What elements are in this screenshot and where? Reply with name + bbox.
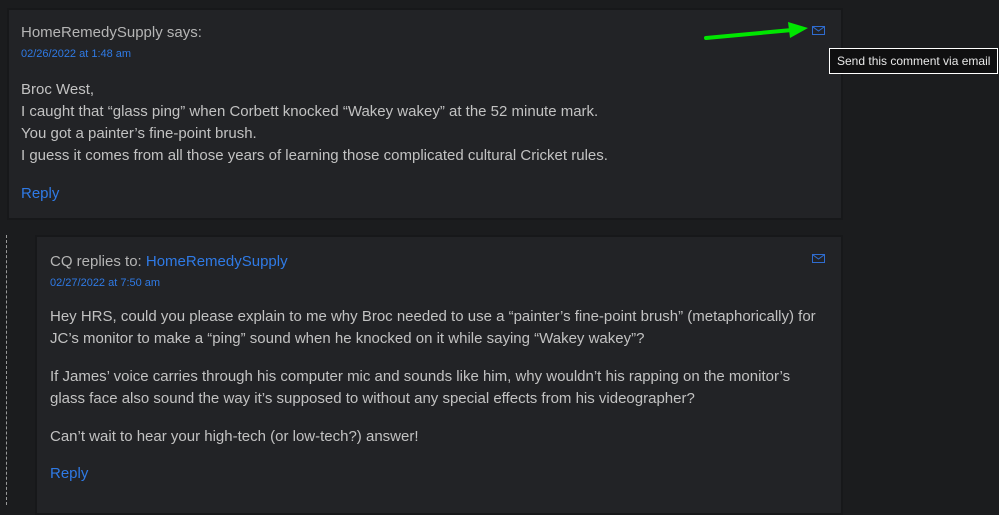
comment-paragraph: Hey HRS, could you please explain to me … bbox=[50, 308, 816, 347]
comment-body: Broc West, I caught that “glass ping” wh… bbox=[21, 79, 821, 167]
comment-body: Hey HRS, could you please explain to me … bbox=[50, 306, 820, 448]
reply-button[interactable]: Reply bbox=[50, 465, 88, 482]
reply-button[interactable]: Reply bbox=[21, 185, 59, 202]
comment-author: HomeRemedySupply says: bbox=[21, 24, 202, 41]
comment-paragraph: Broc West, bbox=[21, 81, 95, 98]
comment-author: CQ replies to: HomeRemedySupply bbox=[50, 253, 288, 270]
green-arrow-annotation bbox=[704, 22, 808, 40]
comment-date-link[interactable]: 02/27/2022 at 7:50 am bbox=[50, 277, 288, 289]
comment-paragraph: Can’t wait to hear your high-tech (or lo… bbox=[50, 428, 419, 445]
replied-to-link[interactable]: HomeRemedySupply bbox=[146, 253, 288, 270]
reply-prefix: CQ replies to: bbox=[50, 253, 146, 270]
comment-paragraph: I guess it comes from all those years of… bbox=[21, 147, 608, 164]
comment-cq-reply: CQ replies to: HomeRemedySupply 02/27/20… bbox=[35, 235, 843, 515]
comment-paragraph: You got a painter’s fine-point brush. bbox=[21, 125, 257, 142]
envelope-icon[interactable] bbox=[812, 254, 825, 263]
envelope-icon[interactable] bbox=[812, 26, 825, 35]
email-tooltip: Send this comment via email bbox=[829, 48, 999, 74]
comment-paragraph: If James’ voice carries through his comp… bbox=[50, 368, 791, 407]
comment-paragraph: I caught that “glass ping” when Corbett … bbox=[21, 103, 599, 120]
thread-line bbox=[6, 235, 7, 505]
comment-date-link[interactable]: 02/26/2022 at 1:48 am bbox=[21, 48, 202, 60]
